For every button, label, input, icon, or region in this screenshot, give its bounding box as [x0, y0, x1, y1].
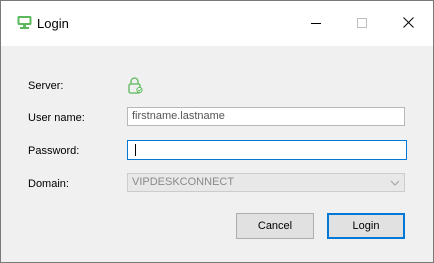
domain-label: Domain:: [28, 178, 69, 190]
username-label: User name:: [28, 112, 85, 124]
username-field[interactable]: firstname.lastname: [127, 107, 405, 126]
lock-icon: [127, 77, 143, 94]
maximize-button[interactable]: [339, 1, 385, 46]
login-button[interactable]: Login: [327, 213, 405, 239]
close-button[interactable]: [385, 1, 431, 46]
minimize-button[interactable]: [293, 1, 339, 46]
login-dialog: Login Server: User name: firstname.lastn…: [0, 0, 434, 263]
domain-value: VIPDESKCONNECT: [132, 176, 235, 188]
window-title: Login: [37, 16, 69, 31]
password-label: Password:: [28, 145, 80, 157]
text-cursor: [135, 144, 136, 156]
cancel-button[interactable]: Cancel: [236, 213, 314, 239]
close-icon: [402, 15, 414, 33]
chevron-down-icon: [390, 177, 400, 189]
domain-select[interactable]: VIPDESKCONNECT: [127, 173, 405, 192]
title-bar[interactable]: Login: [1, 1, 433, 46]
password-field[interactable]: [127, 140, 407, 160]
maximize-icon: [357, 15, 367, 33]
login-app-icon: [17, 15, 32, 30]
server-label: Server:: [28, 80, 64, 92]
minimize-icon: [311, 15, 321, 33]
